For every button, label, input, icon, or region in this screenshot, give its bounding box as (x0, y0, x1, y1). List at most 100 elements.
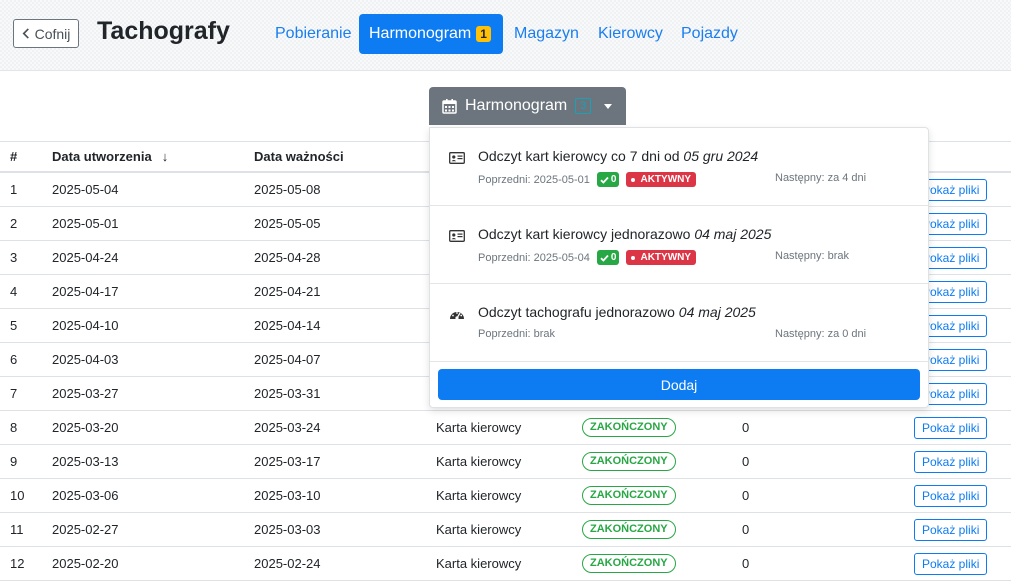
row-expiry-date: 2025-05-08 (254, 172, 436, 207)
row-number: 5 (0, 308, 52, 343)
row-number: 6 (0, 342, 52, 377)
schedule-item[interactable]: Odczyt kart kierowcy co 7 dni od 05 gru … (430, 128, 928, 206)
chevron-left-icon (22, 28, 29, 39)
show-files-button[interactable]: Pokaż pliki (914, 552, 988, 575)
next-run: Następny: za 4 dni (775, 172, 867, 184)
row-type: Karta kierowcy (436, 478, 582, 513)
row-actions: Pokaż pliki (914, 546, 1011, 581)
status-badge: ZAKOŃCZONY (582, 486, 676, 505)
tab-label: Magazyn (514, 25, 579, 42)
schedule-title-text: Odczyt kart kierowcy co 7 dni od (478, 148, 684, 164)
check-icon (600, 254, 609, 262)
schedule-meta: Poprzedni: brak (478, 328, 555, 340)
row-created-date: 2025-03-06 (52, 478, 254, 513)
tab-kierowcy[interactable]: Kierowcy (588, 14, 673, 54)
column-header-number: # (0, 141, 52, 173)
tab-pojazdy[interactable]: Pojazdy (671, 14, 748, 54)
schedule-title: Odczyt kart kierowcy co 7 dni od 05 gru … (478, 148, 758, 164)
row-type: Karta kierowcy (436, 410, 582, 445)
row-expiry-date: 2025-02-24 (254, 546, 436, 581)
row-count: 0 (742, 478, 914, 513)
success-count: 0 (610, 252, 617, 263)
success-count-badge: 0 (596, 250, 620, 265)
row-created-date: 2025-05-04 (52, 172, 254, 207)
row-created-date: 2025-02-20 (52, 546, 254, 581)
row-actions: Pokaż pliki (914, 478, 1011, 513)
schedule-dropdown-menu: Odczyt kart kierowcy co 7 dni od 05 gru … (429, 127, 929, 408)
tab-harmonogram[interactable]: Harmonogram 1 (359, 14, 503, 54)
row-created-date: 2025-05-01 (52, 206, 254, 241)
schedule-date: 04 maj 2025 (694, 226, 772, 242)
previous-run: Poprzedni: 2025-05-04 (478, 251, 590, 264)
row-expiry-date: 2025-04-07 (254, 342, 436, 377)
previous-run: Poprzedni: 2025-05-01 (478, 173, 590, 186)
tab-label: Pojazdy (681, 25, 738, 42)
notification-badge: 1 (476, 26, 491, 42)
row-number: 7 (0, 376, 52, 411)
schedule-item[interactable]: Odczyt tachografu jednorazowo 04 maj 202… (430, 284, 928, 362)
schedule-date: 05 gru 2024 (683, 148, 759, 164)
row-type: Karta kierowcy (436, 512, 582, 547)
row-created-date: 2025-03-20 (52, 410, 254, 445)
tab-pobieranie[interactable]: Pobieranie (265, 14, 362, 54)
row-created-date: 2025-03-13 (52, 444, 254, 479)
caret-down-icon (604, 103, 613, 109)
column-header-created[interactable]: Data utworzenia ↓ (52, 141, 254, 173)
row-type: Karta kierowcy (436, 546, 582, 581)
table-row: 8 2025-03-20 2025-03-24 Karta kierowcy ZAKOŃ… (0, 410, 1011, 445)
row-created-date: 2025-04-24 (52, 240, 254, 275)
tab-magazyn[interactable]: Magazyn (504, 14, 589, 54)
row-number: 9 (0, 444, 52, 479)
row-expiry-date: 2025-05-05 (254, 206, 436, 241)
schedule-item[interactable]: Odczyt kart kierowcy jednorazowo 04 maj … (430, 206, 928, 284)
schedule-date: 04 maj 2025 (678, 304, 756, 320)
row-number: 4 (0, 274, 52, 309)
next-run: Następny: za 0 dni (775, 328, 867, 340)
id-card-icon (449, 152, 465, 164)
add-schedule-button[interactable]: Dodaj (438, 369, 920, 400)
row-expiry-date: 2025-03-31 (254, 376, 436, 411)
next-run: Następny: brak (775, 250, 849, 262)
row-expiry-date: 2025-03-24 (254, 410, 436, 445)
schedule-title-text: Odczyt kart kierowcy jednorazowo (478, 226, 695, 242)
show-files-button[interactable]: Pokaż pliki (914, 416, 988, 439)
harmonogram-dropdown-button[interactable]: Harmonogram 3 (429, 87, 626, 125)
row-expiry-date: 2025-03-10 (254, 478, 436, 513)
row-actions: Pokaż pliki (914, 444, 1011, 479)
column-header-expires[interactable]: Data ważności (254, 141, 436, 173)
page-title: Tachografy (97, 17, 230, 45)
tachometer-icon (450, 312, 464, 320)
tab-label: Pobieranie (275, 25, 352, 42)
row-number: 11 (0, 512, 52, 547)
table-row: 10 2025-03-06 2025-03-10 Karta kierowcy ZAKO… (0, 478, 1011, 513)
harmonogram-button-label: Harmonogram (465, 97, 568, 114)
top-navbar: Cofnij Tachografy Pobieranie Harmonogram… (0, 0, 1011, 71)
schedule-meta: Poprzedni: 2025-05-04 0 AKTYWNY (478, 250, 697, 265)
row-count: 0 (742, 546, 914, 581)
status-badge: ZAKOŃCZONY (582, 554, 676, 573)
schedule-title: Odczyt tachografu jednorazowo 04 maj 202… (478, 304, 756, 320)
column-header-label: Data utworzenia (52, 149, 152, 164)
schedule-title-text: Odczyt tachografu jednorazowo (478, 304, 679, 320)
tab-label: Kierowcy (598, 25, 663, 42)
row-expiry-date: 2025-04-14 (254, 308, 436, 343)
show-files-button[interactable]: Pokaż pliki (914, 484, 988, 507)
schedule-title: Odczyt kart kierowcy jednorazowo 04 maj … (478, 226, 771, 242)
status-badge: ZAKOŃCZONY (582, 520, 676, 539)
success-count: 0 (610, 174, 617, 185)
row-created-date: 2025-04-17 (52, 274, 254, 309)
row-number: 3 (0, 240, 52, 275)
schedule-count-badge: 3 (575, 98, 592, 114)
row-created-date: 2025-02-27 (52, 512, 254, 547)
calendar-icon (442, 99, 457, 114)
show-files-button[interactable]: Pokaż pliki (914, 450, 988, 473)
back-button[interactable]: Cofnij (13, 19, 79, 48)
sort-desc-icon: ↓ (161, 149, 169, 164)
back-button-label: Cofnij (34, 25, 71, 42)
table-row: 11 2025-02-27 2025-03-03 Karta kierowcy ZAKO… (0, 512, 1011, 547)
row-number: 10 (0, 478, 52, 513)
show-files-button[interactable]: Pokaż pliki (914, 518, 988, 541)
row-count: 0 (742, 512, 914, 547)
row-expiry-date: 2025-04-21 (254, 274, 436, 309)
status-badge: AKTYWNY (626, 172, 697, 187)
